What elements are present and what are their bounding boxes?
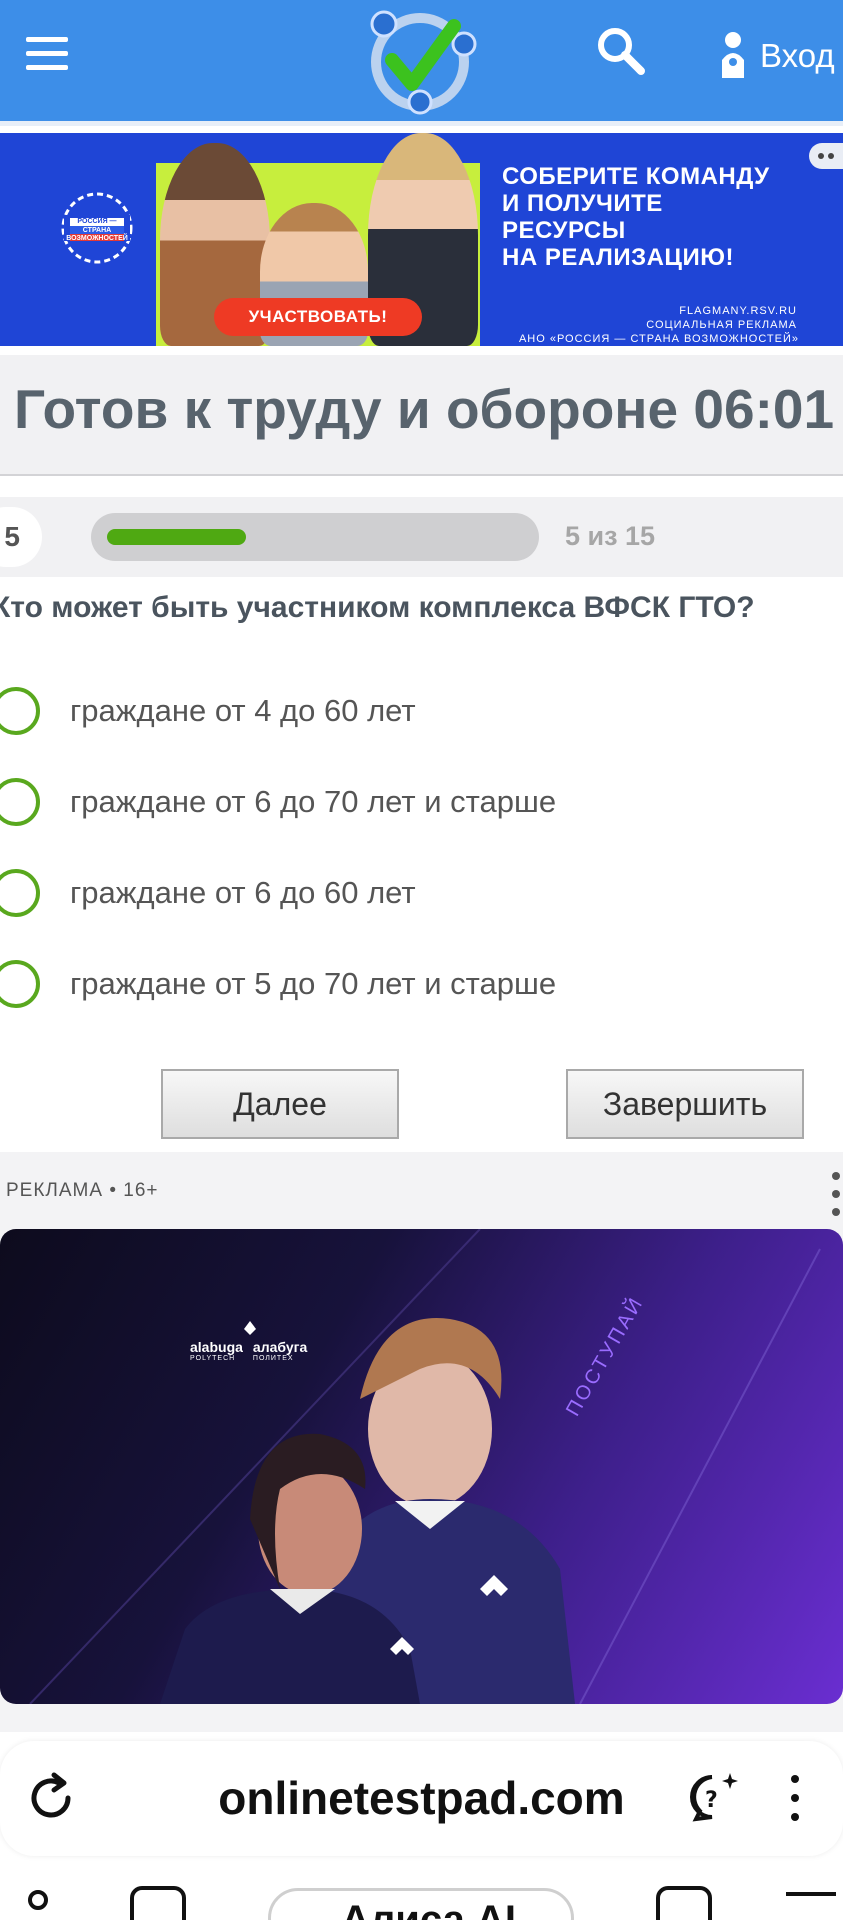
site-header: Вход bbox=[0, 0, 843, 126]
share-icon[interactable] bbox=[20, 1886, 56, 1920]
headline-line-3: РЕСУРСЫ bbox=[502, 217, 626, 244]
emblem-text-2: СТРАНА bbox=[82, 227, 112, 234]
ad-image[interactable]: alabuga POLYTECH алабуга ПОЛИТЕХ ПОСТУПАЙ bbox=[0, 1229, 843, 1704]
next-button[interactable]: Далее bbox=[161, 1069, 399, 1139]
test-header: Готов к труду и обороне 06:01 bbox=[0, 355, 843, 476]
headline-line-4: НА РЕАЛИЗАЦИЮ! bbox=[502, 244, 734, 271]
assistant-pill[interactable]: Алиса AI bbox=[268, 1888, 574, 1920]
ad-illustration bbox=[29, 1229, 821, 1704]
banner-more-icon[interactable] bbox=[809, 143, 843, 169]
banner-org: АНО «РОССИЯ — СТРАНА ВОЗМОЖНОСТЕЙ» bbox=[518, 333, 799, 345]
progress-count: 5 из 15 bbox=[565, 521, 656, 551]
emblem-text-3: ВОЗМОЖНОСТЕЙ bbox=[66, 235, 128, 242]
answer-option[interactable]: граждане от 6 до 70 лет и старше bbox=[0, 767, 843, 837]
radio-button[interactable] bbox=[0, 687, 40, 735]
answer-option[interactable]: граждане от 4 до 60 лет bbox=[0, 676, 843, 746]
banner-social-ad: СОЦИАЛЬНАЯ РЕКЛАМА bbox=[646, 319, 797, 331]
search-icon[interactable] bbox=[596, 26, 646, 76]
menu-lines-icon[interactable] bbox=[786, 1892, 836, 1896]
ad-section: РЕКЛАМА • 16+ alabuga POLYTECH алабуга ПОЛ… bbox=[0, 1152, 843, 1732]
answer-label: граждане от 6 до 70 лет и старше bbox=[70, 784, 557, 819]
assistant-chat-icon[interactable]: ? bbox=[684, 1769, 740, 1825]
headline-line-2: И ПОЛУЧИТЕ bbox=[502, 190, 663, 217]
test-title: Готов к труду и обороне 06:01 bbox=[14, 378, 835, 440]
participate-button[interactable]: УЧАСТВОВАТЬ! bbox=[214, 298, 422, 336]
bottom-navigation: Алиса AI bbox=[0, 1872, 843, 1920]
radio-button[interactable] bbox=[0, 960, 40, 1008]
banner-site: FLAGMANY.RSV.RU bbox=[679, 305, 797, 317]
progress-fill bbox=[107, 529, 246, 545]
ad-brand: alabuga POLYTECH алабуга ПОЛИТЕХ bbox=[190, 1339, 307, 1362]
question-text: Кто может быть участником комплекса ВФСК… bbox=[0, 591, 755, 624]
answer-option[interactable]: граждане от 6 до 60 лет bbox=[0, 858, 843, 928]
radio-button[interactable] bbox=[0, 869, 40, 917]
ad-brand-left: alabuga POLYTECH bbox=[190, 1339, 243, 1362]
svg-text:?: ? bbox=[705, 1788, 718, 1813]
question-number-badge: 5 bbox=[0, 507, 42, 567]
progress-track bbox=[91, 513, 539, 561]
user-key-icon bbox=[722, 32, 744, 78]
headline-line-1: СОБЕРИТЕ КОМАНДУ bbox=[502, 163, 770, 190]
menu-icon[interactable] bbox=[26, 37, 68, 71]
login-button[interactable]: Вход bbox=[718, 28, 835, 84]
banner-headline: СОБЕРИТЕ КОМАНДУ И ПОЛУЧИТЕ РЕСУРСЫ НА Р… bbox=[502, 163, 832, 271]
ad-more-icon[interactable] bbox=[831, 1172, 841, 1216]
progress-section: 5 5 из 15 bbox=[0, 497, 843, 577]
browser-address-bar: onlinetestpad.com ? bbox=[0, 1741, 843, 1856]
answer-label: граждане от 4 до 60 лет bbox=[70, 693, 416, 728]
login-label: Вход bbox=[760, 37, 835, 74]
answer-label: граждане от 5 до 70 лет и старше bbox=[70, 966, 557, 1001]
answer-option[interactable]: граждане от 5 до 70 лет и старше bbox=[0, 949, 843, 1019]
ad-label: РЕКЛАМА • 16+ bbox=[6, 1180, 159, 1201]
top-banner-ad[interactable]: РОССИЯ — СТРАНА ВОЗМОЖНОСТЕЙ УЧАСТВОВАТЬ… bbox=[0, 133, 843, 346]
answer-label: граждане от 6 до 60 лет bbox=[70, 875, 416, 910]
ad-brand-right: алабуга ПОЛИТЕХ bbox=[252, 1339, 308, 1362]
emblem-text-1: РОССИЯ — bbox=[77, 218, 117, 225]
tabs-icon[interactable] bbox=[130, 1886, 186, 1920]
browser-menu-icon[interactable] bbox=[790, 1775, 800, 1821]
site-logo[interactable] bbox=[358, 4, 482, 116]
radio-button[interactable] bbox=[0, 778, 40, 826]
tab-switcher-icon[interactable] bbox=[656, 1886, 712, 1920]
finish-button[interactable]: Завершить bbox=[566, 1069, 804, 1139]
